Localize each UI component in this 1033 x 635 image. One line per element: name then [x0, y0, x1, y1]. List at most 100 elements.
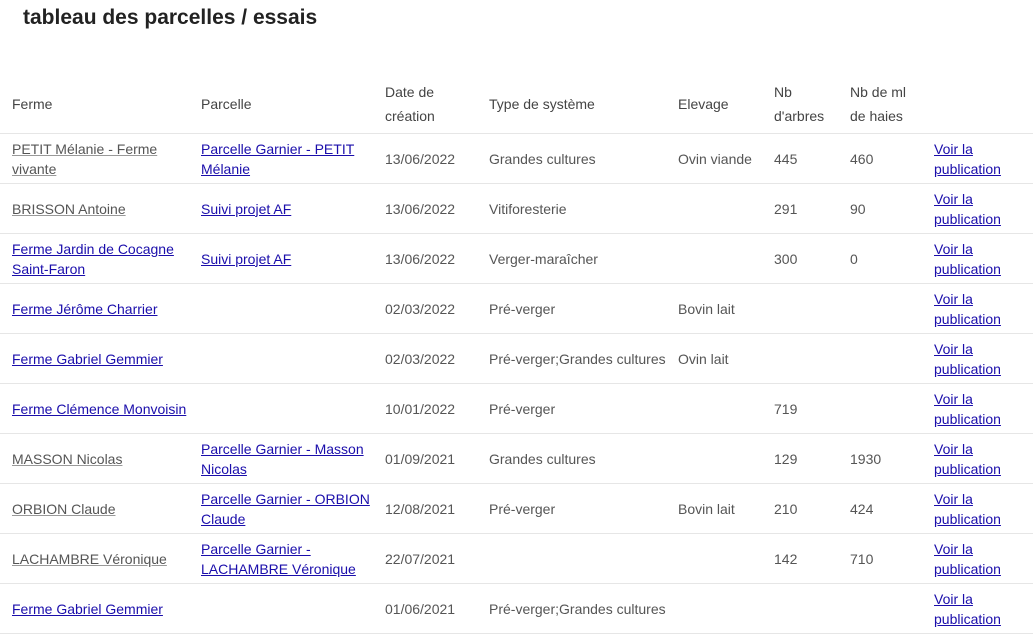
page-title: tableau des parcelles / essais	[23, 6, 318, 29]
cell-publication: Voir la publication	[929, 533, 1033, 584]
date-text: 22/07/2021	[385, 550, 456, 567]
cell-type: Grandes cultures	[477, 433, 666, 484]
arbres-text: 719	[774, 400, 798, 417]
publication-link[interactable]: Voir la publication	[934, 191, 1001, 227]
cell-ferme: BRISSON Antoine	[0, 183, 189, 234]
cell-haies	[838, 383, 929, 434]
cell-arbres	[762, 283, 838, 334]
header-parcelle: Parcelle	[201, 96, 252, 112]
parcelle-link[interactable]: Parcelle Garnier - PETIT Mélanie	[201, 141, 354, 177]
table-row: Ferme Jardin de Cocagne Saint-Faron Suivi…	[0, 233, 1033, 284]
table-header-row: Ferme Parcelle Date de création Type de s…	[0, 75, 1033, 134]
table-row: ORBION Claude Parcelle Garnier - ORBION C…	[0, 483, 1033, 534]
publication-link[interactable]: Voir la publication	[934, 341, 1001, 377]
cell-type: Verger-maraîcher	[477, 233, 666, 284]
cell-type	[477, 533, 666, 584]
parcelle-link[interactable]: Suivi projet AF	[201, 201, 291, 217]
cell-type: Vitiforesterie	[477, 183, 666, 234]
publication-link[interactable]: Voir la publication	[934, 491, 1001, 527]
cell-publication: Voir la publication	[929, 133, 1033, 184]
header-haies: Nb de ml de haies	[850, 84, 907, 124]
cell-ferme: Ferme Gabriel Gemmier	[0, 583, 189, 634]
publication-link[interactable]: Voir la publication	[934, 141, 1001, 177]
cell-haies: 0	[838, 233, 929, 284]
table-row: Ferme Clémence Monvoisin 10/01/2022 Pré-ve…	[0, 383, 1033, 434]
ferme-text[interactable]: BRISSON Antoine	[12, 201, 126, 217]
cell-date: 02/03/2022	[373, 333, 477, 384]
cell-parcelle: Suivi projet AF	[189, 233, 373, 284]
cell-haies: 460	[838, 133, 929, 184]
ferme-link[interactable]: Ferme Jérôme Charrier	[12, 301, 157, 317]
date-text: 10/01/2022	[385, 400, 456, 417]
cell-elevage	[666, 583, 762, 634]
cell-type: Pré-verger;Grandes cultures	[477, 333, 666, 384]
type-text: Pré-verger	[489, 300, 556, 317]
cell-arbres: 142	[762, 533, 838, 584]
elevage-text: Bovin lait	[678, 500, 735, 517]
ferme-link[interactable]: Ferme Clémence Monvoisin	[12, 401, 186, 417]
cell-arbres	[762, 333, 838, 384]
cell-date: 13/06/2022	[373, 233, 477, 284]
header-type: Type de système	[489, 96, 595, 112]
cell-parcelle: Parcelle Garnier - LACHAMBRE Véronique	[189, 533, 373, 584]
cell-date: 13/06/2022	[373, 133, 477, 184]
ferme-link[interactable]: Ferme Jardin de Cocagne Saint-Faron	[12, 241, 174, 277]
cell-elevage	[666, 233, 762, 284]
cell-elevage: Bovin lait	[666, 283, 762, 334]
haies-text: 710	[850, 550, 874, 567]
parcelle-link[interactable]: Parcelle Garnier - ORBION Claude	[201, 491, 370, 527]
ferme-link[interactable]: Ferme Gabriel Gemmier	[12, 601, 163, 617]
ferme-link[interactable]: Ferme Gabriel Gemmier	[12, 351, 163, 367]
cell-type: Grandes cultures	[477, 133, 666, 184]
header-elevage: Elevage	[678, 96, 729, 112]
table-row: Ferme Jérôme Charrier 02/03/2022 Pré-verge…	[0, 283, 1033, 334]
cell-type: Pré-verger;Grandes cultures	[477, 583, 666, 634]
cell-arbres	[762, 583, 838, 634]
ferme-text[interactable]: MASSON Nicolas	[12, 451, 122, 467]
publication-link[interactable]: Voir la publication	[934, 541, 1001, 577]
cell-publication: Voir la publication	[929, 433, 1033, 484]
cell-arbres: 300	[762, 233, 838, 284]
header-date: Date de création	[385, 84, 435, 124]
table-row: Ferme Gabriel Gemmier 02/03/2022 Pré-verge…	[0, 333, 1033, 384]
table-row: BRISSON Antoine Suivi projet AF 13/06/2022…	[0, 183, 1033, 234]
publication-link[interactable]: Voir la publication	[934, 241, 1001, 277]
cell-haies	[838, 283, 929, 334]
date-text: 12/08/2021	[385, 500, 456, 517]
cell-publication: Voir la publication	[929, 483, 1033, 534]
arbres-text: 210	[774, 500, 798, 517]
date-text: 13/06/2022	[385, 250, 456, 267]
cell-ferme: Ferme Clémence Monvoisin	[0, 383, 189, 434]
type-text: Grandes cultures	[489, 450, 596, 467]
cell-parcelle: Parcelle Garnier - Masson Nicolas	[189, 433, 373, 484]
cell-parcelle: Parcelle Garnier - PETIT Mélanie	[189, 133, 373, 184]
parcelle-link[interactable]: Parcelle Garnier - Masson Nicolas	[201, 441, 364, 477]
ferme-text[interactable]: PETIT Mélanie - Ferme vivante	[12, 141, 157, 177]
cell-haies	[838, 583, 929, 634]
type-text: Verger-maraîcher	[489, 250, 598, 267]
cell-elevage	[666, 533, 762, 584]
cell-parcelle: Parcelle Garnier - ORBION Claude	[189, 483, 373, 534]
parcelle-link[interactable]: Parcelle Garnier - LACHAMBRE Véronique	[201, 541, 356, 577]
arbres-text: 445	[774, 150, 798, 167]
cell-date: 13/06/2022	[373, 183, 477, 234]
header-ferme: Ferme	[12, 96, 53, 112]
type-text: Pré-verger	[489, 400, 556, 417]
date-text: 02/03/2022	[385, 350, 456, 367]
publication-link[interactable]: Voir la publication	[934, 391, 1001, 427]
header-publication	[929, 75, 1033, 134]
cell-publication: Voir la publication	[929, 333, 1033, 384]
publication-link[interactable]: Voir la publication	[934, 591, 1001, 627]
publication-link[interactable]: Voir la publication	[934, 441, 1001, 477]
cell-elevage: Ovin lait	[666, 333, 762, 384]
cell-ferme: LACHAMBRE Véronique	[0, 533, 189, 584]
cell-elevage	[666, 183, 762, 234]
ferme-text[interactable]: LACHAMBRE Véronique	[12, 551, 167, 567]
cell-arbres: 210	[762, 483, 838, 534]
ferme-text[interactable]: ORBION Claude	[12, 501, 115, 517]
cell-type: Pré-verger	[477, 383, 666, 434]
parcelle-link[interactable]: Suivi projet AF	[201, 251, 291, 267]
cell-date: 22/07/2021	[373, 533, 477, 584]
publication-link[interactable]: Voir la publication	[934, 291, 1001, 327]
arbres-text: 291	[774, 200, 798, 217]
